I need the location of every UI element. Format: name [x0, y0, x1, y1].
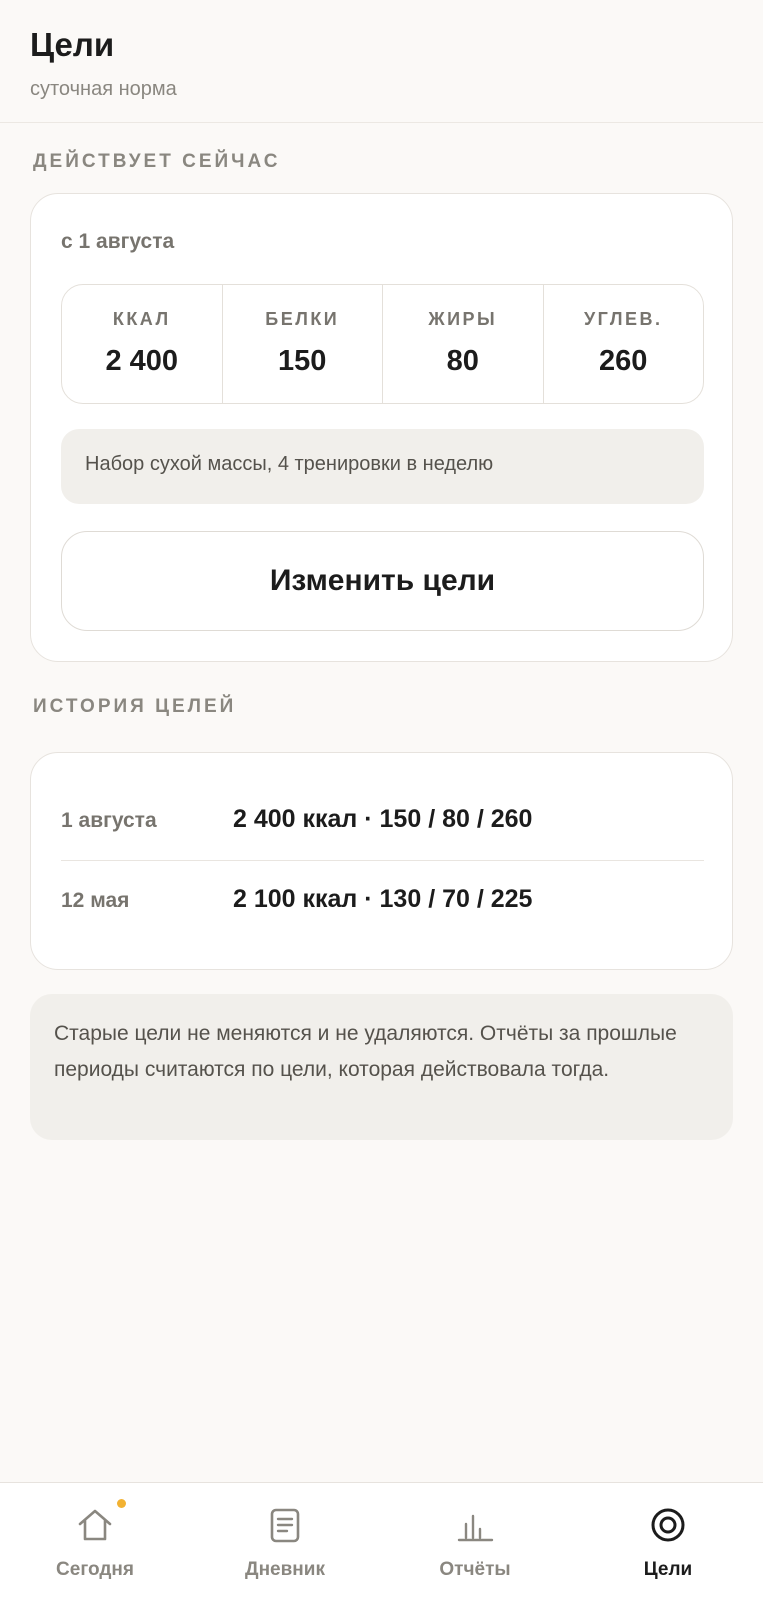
header: Цели суточная норма	[0, 0, 763, 123]
history-date: 1 августа	[61, 809, 157, 832]
reports-icon	[457, 1514, 494, 1542]
history-divider	[61, 860, 704, 861]
nav-item-today[interactable]: Сегодня	[0, 1483, 190, 1600]
nav-item-goals[interactable]: Цели	[573, 1483, 763, 1600]
goal-note: Набор сухой массы, 4 тренировки в неделю	[61, 429, 704, 504]
since-label: с 1 августа	[61, 230, 175, 253]
macro-value: 80	[446, 345, 479, 377]
edit-goals-button[interactable]: Изменить цели	[61, 531, 704, 631]
home-icon	[78, 1509, 112, 1541]
history-date: 12 мая	[61, 889, 130, 912]
macro-fat: ЖИРЫ 80	[383, 285, 544, 403]
macro-label: БЕЛКИ	[265, 309, 340, 329]
current-goal-card: с 1 августа ККАЛ 2 400 БЕЛКИ 150 ЖИРЫ 80…	[30, 193, 733, 662]
diary-icon	[270, 1508, 300, 1543]
page-title: Цели	[30, 26, 115, 63]
history-info-note: Старые цели не меняются и не удаляются. …	[30, 994, 733, 1140]
notification-dot	[117, 1499, 126, 1508]
history-row: 1 августа 2 400 ккал · 150 / 80 / 260	[61, 783, 704, 861]
macro-label: УГЛЕВ.	[583, 309, 663, 329]
history-value: 2 400 ккал · 150 / 80 / 260	[233, 805, 533, 833]
history-card: 1 августа 2 400 ккал · 150 / 80 / 260 12…	[30, 752, 733, 970]
macro-value: 260	[599, 345, 648, 377]
history-value: 2 100 ккал · 130 / 70 / 225	[233, 885, 533, 913]
page-subtitle: суточная норма	[30, 78, 177, 100]
nav-label: Отчёты	[439, 1559, 511, 1580]
macro-value: 2 400	[105, 345, 179, 377]
macro-label: ККАЛ	[112, 309, 171, 329]
current-section-label: ДЕЙСТВУЕТ СЕЙЧАС	[33, 151, 281, 172]
nav-item-diary[interactable]: Дневник	[190, 1483, 380, 1600]
macro-carbs: УГЛЕВ. 260	[544, 285, 704, 403]
nav-label: Дневник	[245, 1559, 325, 1580]
history-row: 12 мая 2 100 ккал · 130 / 70 / 225	[61, 863, 704, 941]
nav-item-reports[interactable]: Отчёты	[380, 1483, 570, 1600]
nav-label: Цели	[643, 1559, 693, 1580]
goals-icon	[651, 1508, 685, 1542]
history-section-label: ИСТОРИЯ ЦЕЛЕЙ	[33, 696, 237, 717]
macro-value: 150	[278, 345, 327, 377]
macros-grid: ККАЛ 2 400 БЕЛКИ 150 ЖИРЫ 80 УГЛЕВ. 260	[61, 284, 704, 404]
macro-kcal: ККАЛ 2 400	[62, 285, 223, 403]
nav-label: Сегодня	[56, 1559, 134, 1580]
goals-screen: Цели суточная норма ДЕЙСТВУЕТ СЕЙЧАС с 1…	[0, 0, 763, 1600]
bottom-nav: Сегодня Дневник Отчёты Цели	[0, 1482, 763, 1600]
macro-label: ЖИРЫ	[428, 309, 498, 329]
macro-protein: БЕЛКИ 150	[223, 285, 383, 403]
